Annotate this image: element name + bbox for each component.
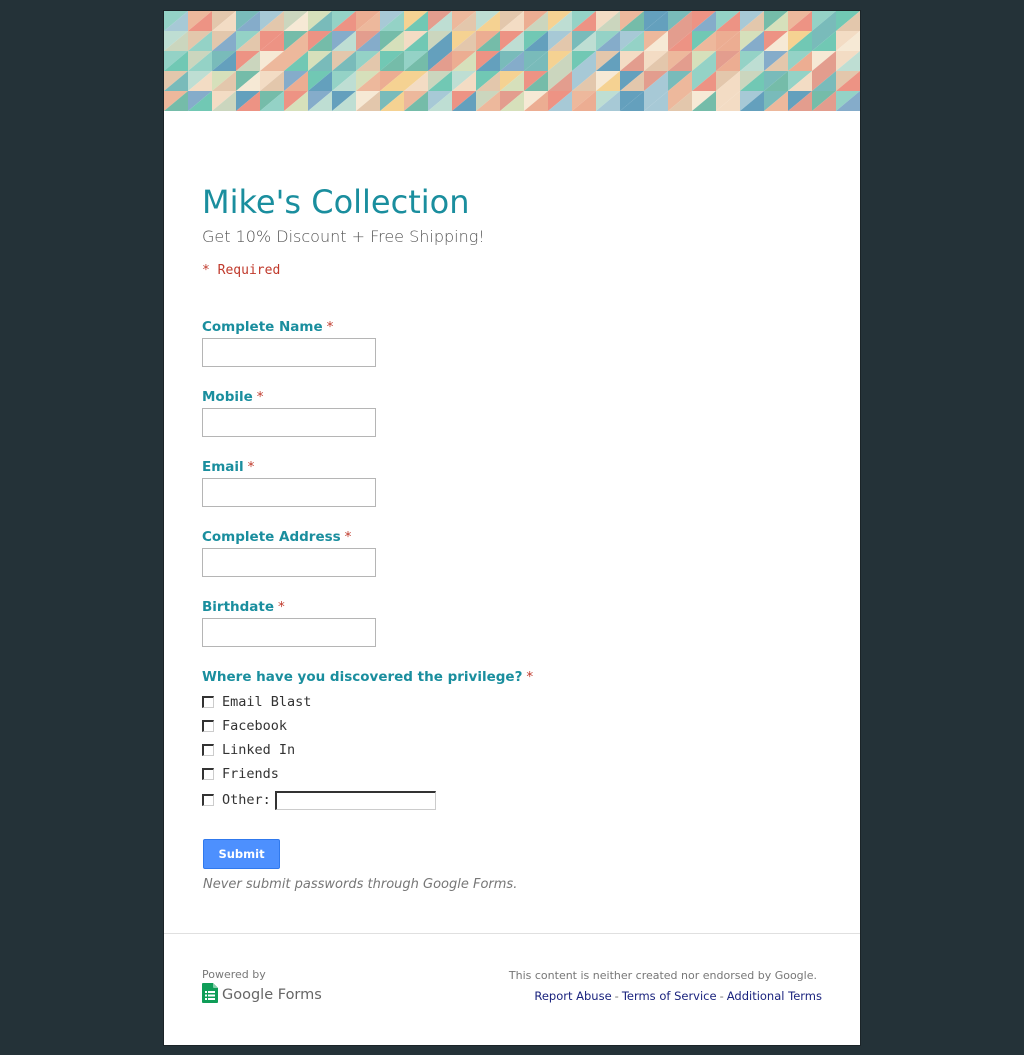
form-title: Mike's Collection	[202, 183, 470, 221]
option-linked-in[interactable]: Linked In	[202, 741, 295, 759]
birthdate-input[interactable]	[202, 618, 376, 647]
checkbox[interactable]	[202, 794, 214, 806]
required-asterisk: *	[344, 529, 352, 545]
terms-of-service-link[interactable]: Terms of Service	[622, 989, 717, 1003]
checkbox[interactable]	[202, 744, 214, 756]
submit-button[interactable]: Submit	[203, 839, 280, 869]
checkbox[interactable]	[202, 720, 214, 732]
field-label-text: Mobile	[202, 389, 253, 405]
banner-overlay	[164, 11, 860, 111]
complete-address-label: Complete Address *	[202, 529, 351, 545]
google-forms-wordmark: Google Forms	[222, 987, 322, 1003]
form-description: Get 10% Discount + Free Shipping!	[202, 227, 485, 246]
option-label: Friends	[222, 766, 279, 782]
discovery-question-label: Where have you discovered the privilege?…	[202, 669, 533, 685]
option-email-blast[interactable]: Email Blast	[202, 693, 311, 711]
field-label-text: Birthdate	[202, 599, 275, 615]
complete-name-label: Complete Name *	[202, 319, 333, 335]
field-label-text: Complete Name	[202, 319, 323, 335]
option-friends[interactable]: Friends	[202, 765, 279, 783]
google-forms-logo[interactable]: Google Forms	[202, 983, 322, 1007]
required-asterisk: *	[247, 459, 255, 475]
field-label-text: Where have you discovered the privilege?	[202, 669, 523, 685]
email-label: Email *	[202, 459, 254, 475]
option-label: Facebook	[222, 718, 288, 734]
required-asterisk: *	[278, 599, 285, 615]
mobile-label: Mobile *	[202, 389, 264, 405]
field-label-text: Email	[202, 459, 244, 475]
option-label: Email Blast	[222, 694, 312, 710]
required-asterisk: *	[326, 319, 334, 335]
complete-name-input[interactable]	[202, 338, 376, 367]
other-text-input[interactable]	[274, 790, 436, 810]
email-input[interactable]	[202, 478, 376, 507]
powered-by-label: Powered by	[202, 968, 266, 981]
checkbox[interactable]	[202, 696, 214, 708]
option-facebook[interactable]: Facebook	[202, 717, 287, 735]
link-separator: -	[614, 989, 619, 1003]
required-asterisk: *	[526, 669, 534, 685]
additional-terms-link[interactable]: Additional Terms	[727, 989, 822, 1003]
footer-divider	[164, 933, 860, 934]
complete-address-input[interactable]	[202, 548, 376, 577]
option-other[interactable]: Other:	[202, 789, 436, 811]
header-banner-image	[164, 11, 860, 111]
checkbox[interactable]	[202, 768, 214, 780]
required-asterisk: *	[256, 389, 264, 405]
disclaimer-text: This content is neither created nor endo…	[508, 969, 817, 982]
link-separator: -	[719, 989, 724, 1003]
required-note: * Required	[202, 263, 281, 278]
field-label-text: Complete Address	[202, 529, 341, 545]
option-label: Other:	[222, 792, 271, 808]
form-card: Mike's Collection Get 10% Discount + Fre…	[163, 10, 861, 1046]
mobile-input[interactable]	[202, 408, 376, 437]
option-label: Linked In	[222, 742, 296, 758]
google-forms-icon	[202, 983, 218, 1007]
report-abuse-link[interactable]: Report Abuse	[534, 989, 611, 1003]
password-warning: Never submit passwords through Google Fo…	[203, 877, 518, 892]
birthdate-label: Birthdate *	[202, 599, 285, 615]
footer-links: Report Abuse - Terms of Service - Additional…	[534, 989, 822, 1003]
